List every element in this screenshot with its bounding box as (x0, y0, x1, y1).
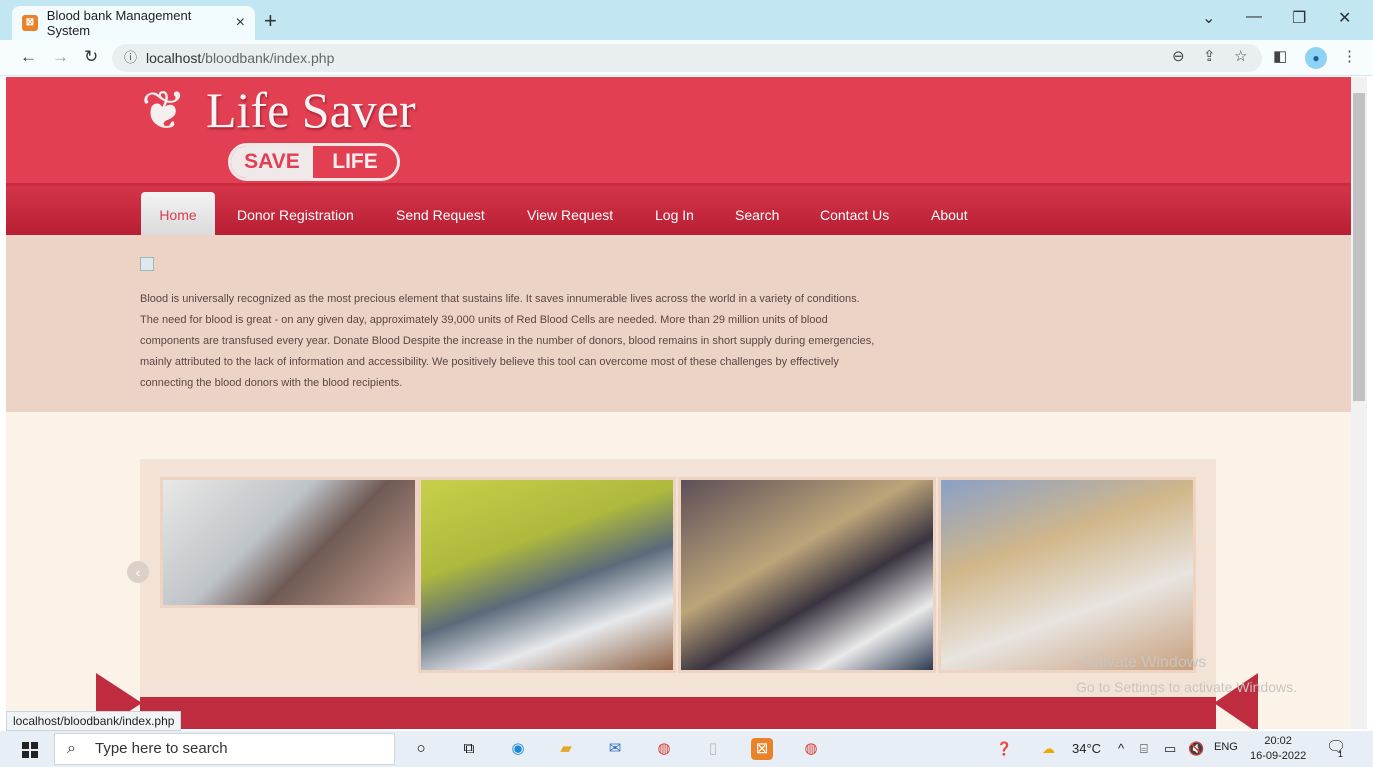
broken-image-icon (140, 257, 154, 271)
clock-time: 20:02 (1264, 735, 1292, 747)
search-icon: ⌕ (67, 740, 76, 757)
close-window-icon[interactable]: ✕ (1338, 8, 1351, 28)
slider-prev-arrow-icon[interactable]: ‹ (127, 561, 149, 583)
edge-icon[interactable]: ◉ (507, 738, 529, 760)
url-host: localhost (146, 50, 202, 66)
slider-photo-3 (678, 477, 936, 673)
nav-log-in[interactable]: Log In (655, 192, 694, 238)
tray-chevron-icon[interactable]: ^ (1118, 741, 1124, 756)
nav-about[interactable]: About (931, 192, 968, 238)
windows-start-icon[interactable] (22, 742, 38, 758)
badge-save: SAVE (231, 146, 313, 178)
chrome-profile-icon[interactable]: ◍ (800, 738, 822, 760)
badge-life: LIFE (332, 150, 378, 173)
task-view-icon[interactable]: ⧉ (458, 738, 480, 760)
notepad-icon[interactable]: ▯ (702, 738, 724, 760)
notification-icon[interactable]: 🗨 (1326, 737, 1346, 757)
tab-search-icon[interactable]: ⌄ (1202, 8, 1215, 28)
heart-logo-icon: ❦ (141, 79, 187, 142)
browser-tab[interactable]: ⊠ Blood bank Management System × (12, 6, 255, 40)
xampp-icon[interactable]: ⊠ (751, 738, 773, 760)
nav-send-request[interactable]: Send Request (396, 192, 485, 238)
nav-search[interactable]: Search (735, 192, 779, 238)
volume-muted-icon[interactable]: 🔇 (1188, 741, 1204, 757)
activate-windows-title: Activate Windows (1080, 654, 1207, 671)
profile-avatar-icon[interactable]: ● (1305, 47, 1327, 69)
share-icon[interactable]: ⇪ (1203, 47, 1216, 65)
network-icon[interactable]: ⌸ (1140, 741, 1148, 757)
page-scrollbar[interactable] (1351, 77, 1367, 729)
save-life-badge: SAVE LIFE (228, 143, 400, 181)
browser-menu-icon[interactable]: ⋮ (1342, 47, 1357, 65)
main-nav: Home Donor Registration Send Request Vie… (6, 183, 1351, 238)
chrome-icon[interactable]: ◍ (653, 738, 675, 760)
site-header: ❦ Life Saver SAVE LIFE (6, 77, 1351, 187)
close-tab-icon[interactable]: × (236, 14, 245, 32)
system-clock[interactable]: 20:02 16-09-2022 (1250, 734, 1306, 764)
url-path: /bloodbank/index.php (201, 50, 335, 66)
status-url-tooltip: localhost/bloodbank/index.php (6, 711, 182, 731)
tab-title: Blood bank Management System (46, 8, 192, 38)
nav-home[interactable]: Home (141, 192, 215, 238)
notification-count: 1 (1338, 749, 1344, 759)
windows-taskbar: ⌕ Type here to search ○ ⧉ ◉ ▰ ✉ ◍ ▯ ⊠ ◍ … (0, 731, 1373, 767)
file-explorer-icon[interactable]: ▰ (555, 738, 577, 760)
site-logo-title: Life Saver (206, 82, 416, 138)
nav-view-request[interactable]: View Request (527, 192, 613, 238)
reload-icon[interactable]: ↻ (84, 47, 98, 67)
side-panel-icon[interactable]: ◧ (1273, 47, 1287, 65)
bookmark-star-icon[interactable]: ☆ (1234, 47, 1247, 65)
battery-icon[interactable]: ▭ (1164, 741, 1176, 757)
xampp-favicon-icon: ⊠ (22, 15, 38, 31)
nav-donor-registration[interactable]: Donor Registration (237, 192, 354, 238)
mail-icon[interactable]: ✉ (604, 738, 626, 760)
scrollbar-thumb[interactable] (1353, 93, 1365, 401)
nav-contact-us[interactable]: Contact Us (820, 192, 889, 238)
restore-icon[interactable]: ❐ (1292, 8, 1306, 28)
taskbar-search[interactable]: ⌕ Type here to search (54, 733, 395, 765)
taskbar-search-placeholder: Type here to search (95, 740, 228, 757)
new-tab-button[interactable]: + (264, 8, 277, 34)
photo-slider (140, 459, 1216, 699)
back-icon[interactable]: ← (20, 47, 37, 67)
intro-section: Blood is universally recognized as the m… (6, 235, 1351, 412)
browser-tab-strip: ⊠ Blood bank Management System × + ⌄ — ❐… (0, 0, 1373, 40)
weather-icon[interactable]: ☁ (1042, 741, 1055, 757)
address-bar[interactable]: ⓘ localhost/bloodbank/index.php (112, 44, 1262, 72)
intro-paragraph: Blood is universally recognized as the m… (140, 293, 875, 389)
zoom-icon[interactable]: ⊖ (1172, 47, 1185, 65)
slider-photo-1 (160, 477, 418, 608)
slider-photo-4 (938, 477, 1196, 673)
help-icon[interactable]: ❓ (996, 741, 1012, 757)
site-info-icon[interactable]: ⓘ (124, 44, 137, 72)
footer-ribbon (140, 697, 1216, 729)
browser-toolbar: ← → ↻ ⓘ localhost/bloodbank/index.php ⊖ … (0, 40, 1373, 76)
cortana-icon[interactable]: ○ (410, 738, 432, 760)
page-viewport: ❦ Life Saver SAVE LIFE Home Donor Regist… (6, 77, 1351, 729)
weather-temp[interactable]: 34°C (1072, 741, 1101, 756)
forward-icon[interactable]: → (52, 47, 69, 67)
language-indicator[interactable]: ENG (1214, 741, 1238, 753)
slider-photo-2 (418, 477, 676, 673)
clock-date: 16-09-2022 (1250, 750, 1307, 762)
activate-windows-hint: Go to Settings to activate Windows. (1076, 679, 1297, 695)
minimize-icon[interactable]: — (1246, 8, 1262, 26)
